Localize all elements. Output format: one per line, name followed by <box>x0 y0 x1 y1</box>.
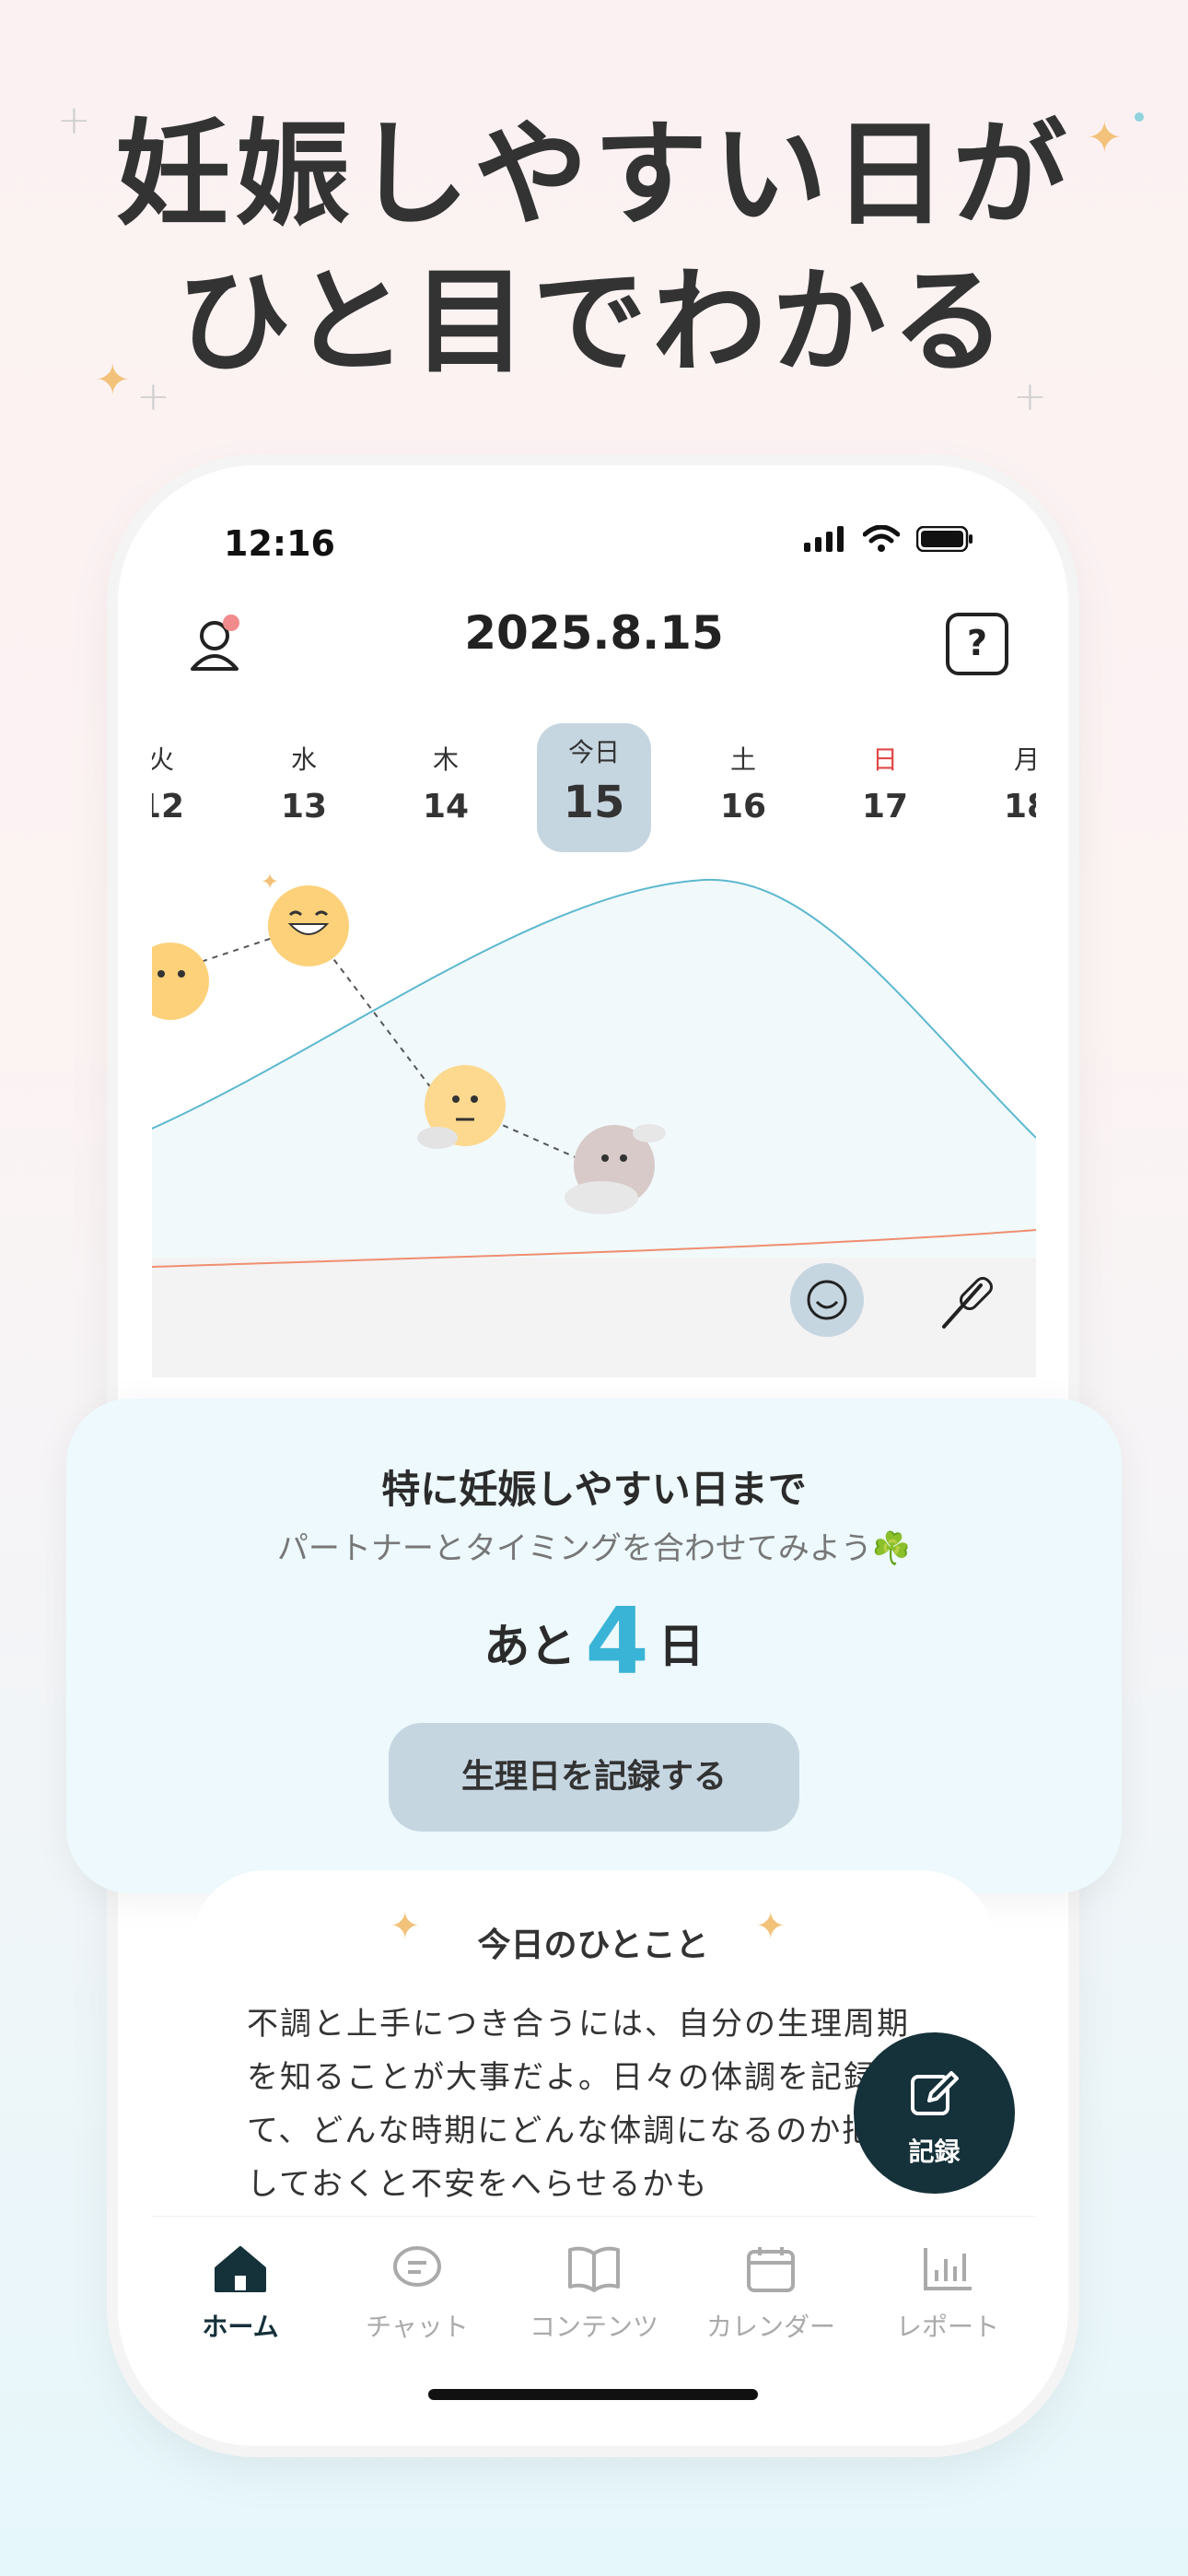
tab-label: カレンダー <box>705 2312 835 2342</box>
day-number: 17 <box>861 788 909 825</box>
fab-label: 記録 <box>908 2137 961 2167</box>
countdown-days: 4 <box>585 1587 649 1695</box>
current-date: 2025.8.15 <box>464 606 724 660</box>
day-cell[interactable]: 月 18 <box>970 723 1036 852</box>
plus-decoration-icon: + <box>57 97 91 144</box>
countdown-prefix: あと <box>483 1620 577 1673</box>
home-icon <box>215 2246 266 2292</box>
day-number: 16 <box>719 788 767 825</box>
temperature-band <box>152 1258 1036 1377</box>
home-indicator <box>428 2389 758 2400</box>
book-icon <box>568 2246 620 2292</box>
tab-home[interactable]: ホーム <box>152 2244 329 2344</box>
mood-log-button <box>790 1263 864 1337</box>
day-cell-today[interactable]: 今日 15 <box>537 723 651 852</box>
day-name: 今日 <box>567 737 620 767</box>
bottom-tab-bar: ホーム チャット コンテンツ カレンダー レポート <box>152 2216 1036 2410</box>
status-bar: 12:16 <box>152 498 1036 590</box>
record-fab-button[interactable]: 記録 <box>854 2032 1015 2194</box>
status-time: 12:16 <box>224 523 335 564</box>
record-period-button[interactable]: 生理日を記録する <box>389 1723 799 1832</box>
wifi-icon <box>863 525 900 552</box>
day-number: 12 <box>152 788 185 825</box>
tab-report[interactable]: レポート <box>859 2244 1036 2344</box>
chart-icon <box>924 2248 972 2290</box>
signal-icon <box>804 526 844 552</box>
sparkle-icon: ✦ <box>95 355 131 404</box>
day-number: 18 <box>1003 788 1036 825</box>
tab-label: チャット <box>366 2312 469 2342</box>
headline: 妊娠しやすい日が ひと目でわかる <box>0 101 1188 396</box>
day-number: 15 <box>563 777 625 828</box>
sun-laughing-icon: ✦ <box>261 869 349 966</box>
countdown-subtitle: パートナーとタイミングを合わせてみよう☘️ <box>276 1530 912 1567</box>
countdown-suffix: 日 <box>658 1620 705 1673</box>
status-icons <box>804 525 973 553</box>
tab-label: コンテンツ <box>529 2312 658 2342</box>
svg-text:✦: ✦ <box>261 869 279 895</box>
sparkle-icon: ✦ <box>755 1905 786 1948</box>
chat-icon <box>393 2246 441 2287</box>
day-name: 火 <box>152 744 174 775</box>
headline-line1: 妊娠しやすい日が <box>115 109 1073 241</box>
fertility-countdown-card: 特に妊娠しやすい日まで パートナーとタイミングを合わせてみよう☘️ あと 4 日 生… <box>66 1399 1122 1893</box>
tab-contents[interactable]: コンテンツ <box>506 2244 682 2344</box>
day-cell[interactable]: 水 13 <box>247 723 361 852</box>
calendar-icon <box>747 2247 795 2292</box>
help-button[interactable]: ? <box>946 613 1008 675</box>
day-name: 水 <box>290 744 317 775</box>
countdown-title: 特に妊娠しやすい日まで <box>381 1467 807 1512</box>
day-name: 日 <box>871 744 898 775</box>
fertility-curve-chart: ✦ <box>152 869 1036 1377</box>
sun-face-icon <box>152 943 209 1020</box>
headline-line2: ひと目でわかる <box>176 256 1012 389</box>
day-cell[interactable]: 木 14 <box>389 723 503 852</box>
plus-decoration-icon: + <box>1013 373 1047 420</box>
day-cell[interactable]: 日 17 <box>828 723 942 852</box>
day-cell[interactable]: 火 12 <box>152 723 218 852</box>
tab-label: レポート <box>895 2312 999 2342</box>
dot-decoration-icon <box>1135 112 1144 122</box>
plus-decoration-icon: + <box>136 373 170 420</box>
tab-label: ホーム <box>202 2312 279 2342</box>
tip-title: 今日のひとこと <box>477 1926 709 1964</box>
day-name: 月 <box>1013 744 1036 775</box>
battery-icon <box>916 526 973 552</box>
tab-chat[interactable]: チャット <box>329 2244 506 2344</box>
day-cell[interactable]: 土 16 <box>686 723 800 852</box>
tip-body: 不調と上手につき合うには、自分の生理周期を知ることが大事だよ。日々の体調を記録し… <box>247 2006 910 2203</box>
day-name: 土 <box>729 744 756 775</box>
pencil-edit-icon <box>911 2071 959 2115</box>
week-strip: 火 12 水 13 木 14 今日 15 土 16 日 17 月 18 <box>152 723 1036 861</box>
day-number: 14 <box>422 788 470 825</box>
tab-calendar[interactable]: カレンダー <box>682 2244 859 2344</box>
countdown-value: あと 4 日 <box>66 1587 1122 1695</box>
day-number: 13 <box>280 788 328 825</box>
sparkle-icon: ✦ <box>1087 112 1123 162</box>
day-name: 木 <box>432 744 459 775</box>
